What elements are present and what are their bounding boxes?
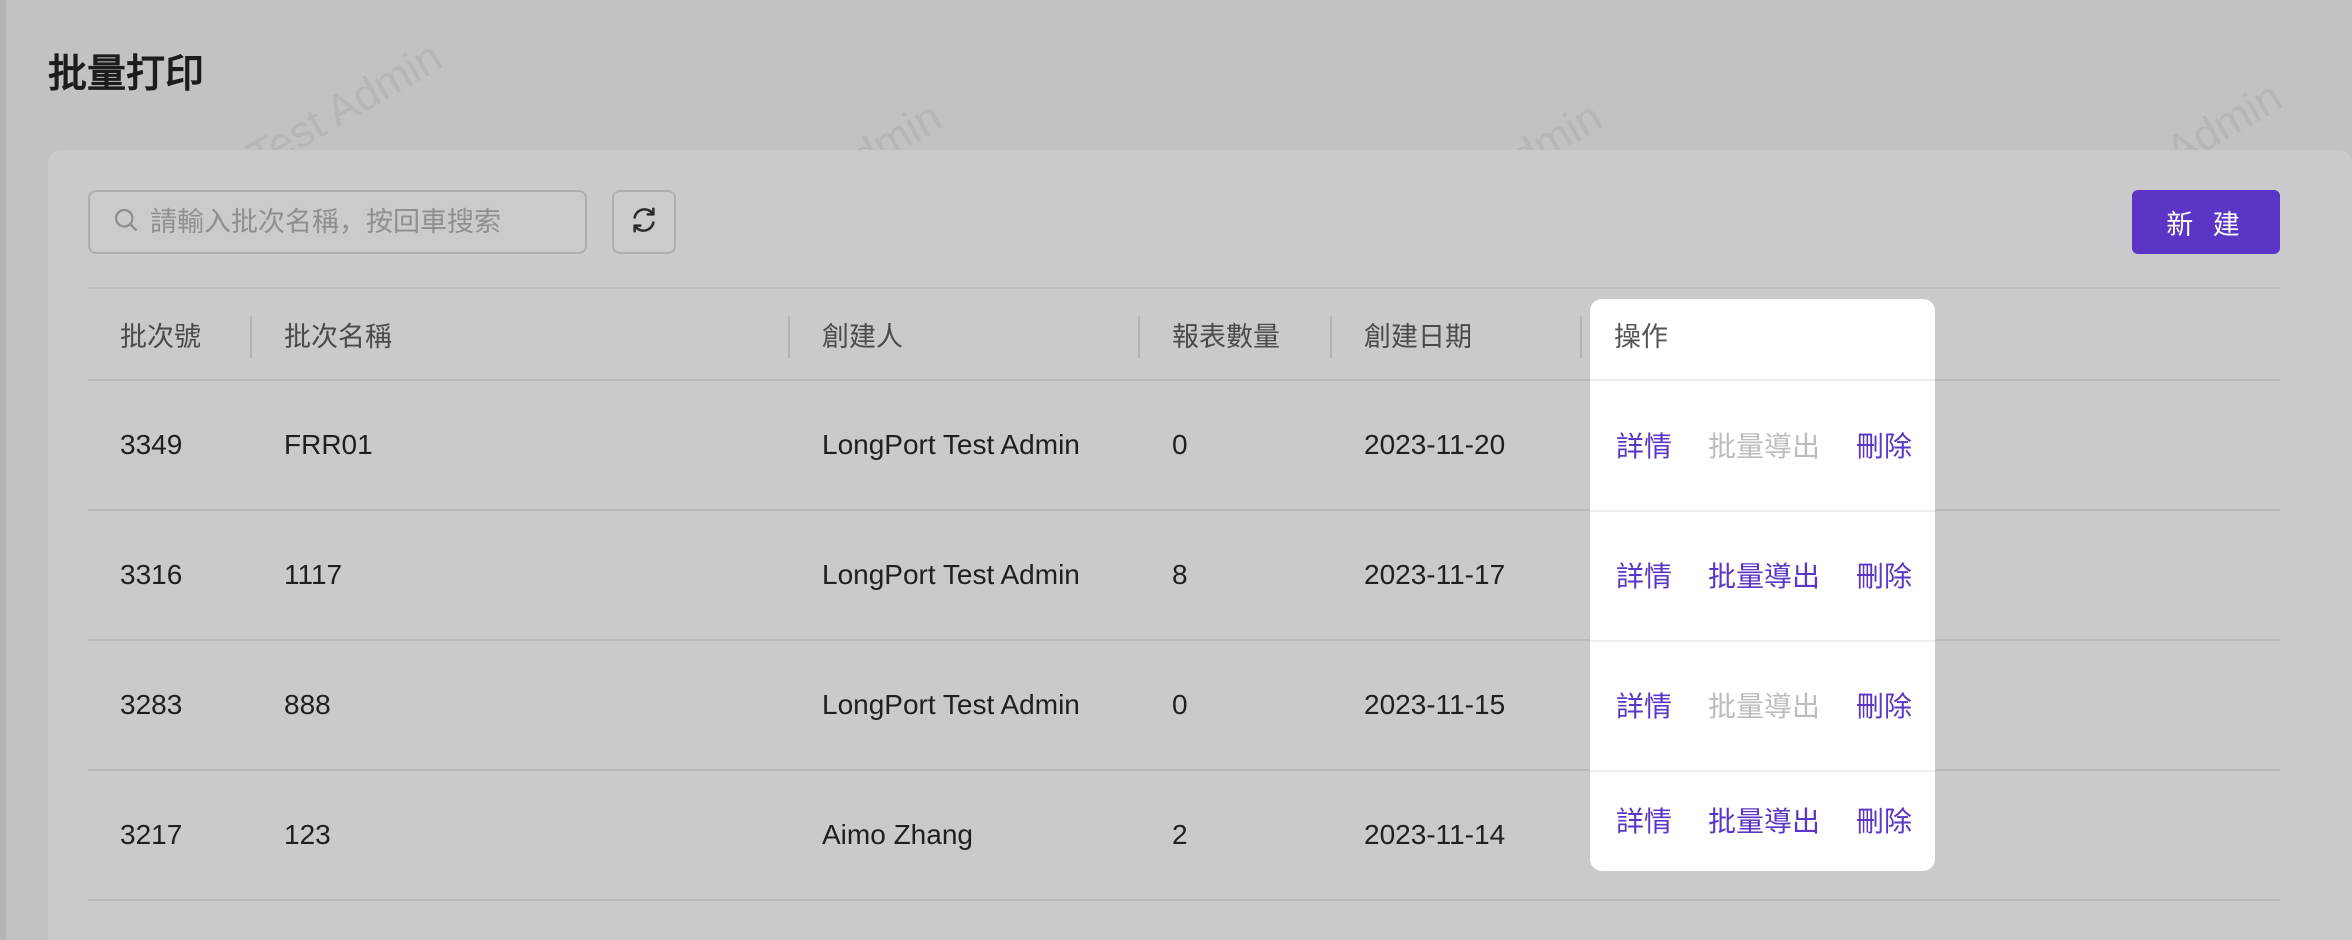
delete-link[interactable]: 刪除: [1856, 425, 1912, 465]
batch-export-link[interactable]: 批量導出: [1708, 555, 1820, 595]
cell-batch-name: 1117: [284, 559, 343, 590]
table-row: 3316 1117 LongPort Test Admin 8 2023-11-…: [88, 511, 2280, 641]
cell-created-date: 2023-11-15: [1364, 689, 1506, 720]
row-actions: 詳情 批量導出 刪除: [1616, 770, 1912, 870]
cell-batch-no: 3316: [120, 559, 183, 590]
column-header-report-count: 報表數量: [1172, 321, 1280, 352]
sidebar-edge: [0, 0, 6, 940]
cell-creator: LongPort Test Admin: [822, 429, 1080, 460]
refresh-button[interactable]: [612, 190, 676, 254]
operations-column: 操作 詳情 批量導出 刪除 詳情 批量導出 刪除 詳情 批量導出 刪除 詳情 批…: [1590, 299, 1935, 871]
delete-link[interactable]: 刪除: [1856, 800, 1912, 840]
cell-batch-no: 3283: [120, 689, 183, 720]
cell-created-date: 2023-11-20: [1364, 429, 1506, 460]
column-divider[interactable]: [788, 316, 790, 358]
batch-export-link[interactable]: 批量導出: [1708, 800, 1820, 840]
cell-creator: LongPort Test Admin: [822, 689, 1080, 720]
table-row: 3283 888 LongPort Test Admin 0 2023-11-1…: [88, 641, 2280, 771]
cell-report-count: 0: [1172, 689, 1188, 720]
cell-batch-name: 888: [284, 689, 331, 720]
delete-link[interactable]: 刪除: [1856, 685, 1912, 725]
column-divider[interactable]: [1138, 316, 1140, 358]
cell-creator: LongPort Test Admin: [822, 559, 1080, 590]
row-actions: 詳情 批量導出 刪除: [1616, 380, 1912, 510]
cell-report-count: 2: [1172, 819, 1188, 850]
table-header: 批次號 批次名稱 創建人 報表數量 創建日期: [88, 287, 2280, 381]
search-input[interactable]: [150, 206, 570, 238]
detail-link[interactable]: 詳情: [1616, 685, 1672, 725]
refresh-icon: [629, 205, 659, 240]
row-actions: 詳情 批量導出 刪除: [1616, 510, 1912, 640]
cell-batch-no: 3349: [120, 429, 183, 460]
batch-export-link: 批量導出: [1708, 431, 1821, 462]
search-icon: [112, 206, 140, 239]
column-divider[interactable]: [1330, 316, 1332, 358]
row-actions: 詳情 批量導出 刪除: [1616, 640, 1912, 770]
cell-creator: Aimo Zhang: [822, 819, 973, 850]
detail-link[interactable]: 詳情: [1616, 425, 1672, 465]
column-header-batch-name: 批次名稱: [284, 321, 392, 352]
cell-batch-no: 3217: [120, 819, 183, 850]
table-row: 3349 FRR01 LongPort Test Admin 0 2023-11…: [88, 381, 2280, 511]
cell-created-date: 2023-11-17: [1364, 559, 1506, 590]
table-row: 3217 123 Aimo Zhang 2 2023-11-14: [88, 771, 2280, 901]
detail-link[interactable]: 詳情: [1616, 800, 1672, 840]
cell-created-date: 2023-11-14: [1364, 819, 1506, 850]
cell-batch-name: FRR01: [284, 429, 373, 460]
page-title: 批量打印: [48, 53, 205, 96]
column-header-operations: 操作: [1614, 321, 1668, 352]
cell-report-count: 0: [1172, 429, 1188, 460]
delete-link[interactable]: 刪除: [1856, 555, 1912, 595]
column-header-creator: 創建人: [822, 321, 903, 352]
cell-report-count: 8: [1172, 559, 1188, 590]
column-header-batch-no: 批次號: [120, 321, 201, 352]
cell-batch-name: 123: [284, 819, 331, 850]
column-divider[interactable]: [1580, 316, 1582, 358]
detail-link[interactable]: 詳情: [1616, 555, 1672, 595]
search-box[interactable]: [88, 190, 587, 254]
new-button[interactable]: 新 建: [2132, 190, 2280, 254]
column-divider[interactable]: [250, 316, 252, 358]
column-header-created-date: 創建日期: [1364, 321, 1472, 352]
batch-export-link: 批量導出: [1708, 691, 1821, 722]
batch-table: 批次號 批次名稱 創建人 報表數量 創建日期 3349 FRR01 LongPo…: [88, 287, 2280, 901]
